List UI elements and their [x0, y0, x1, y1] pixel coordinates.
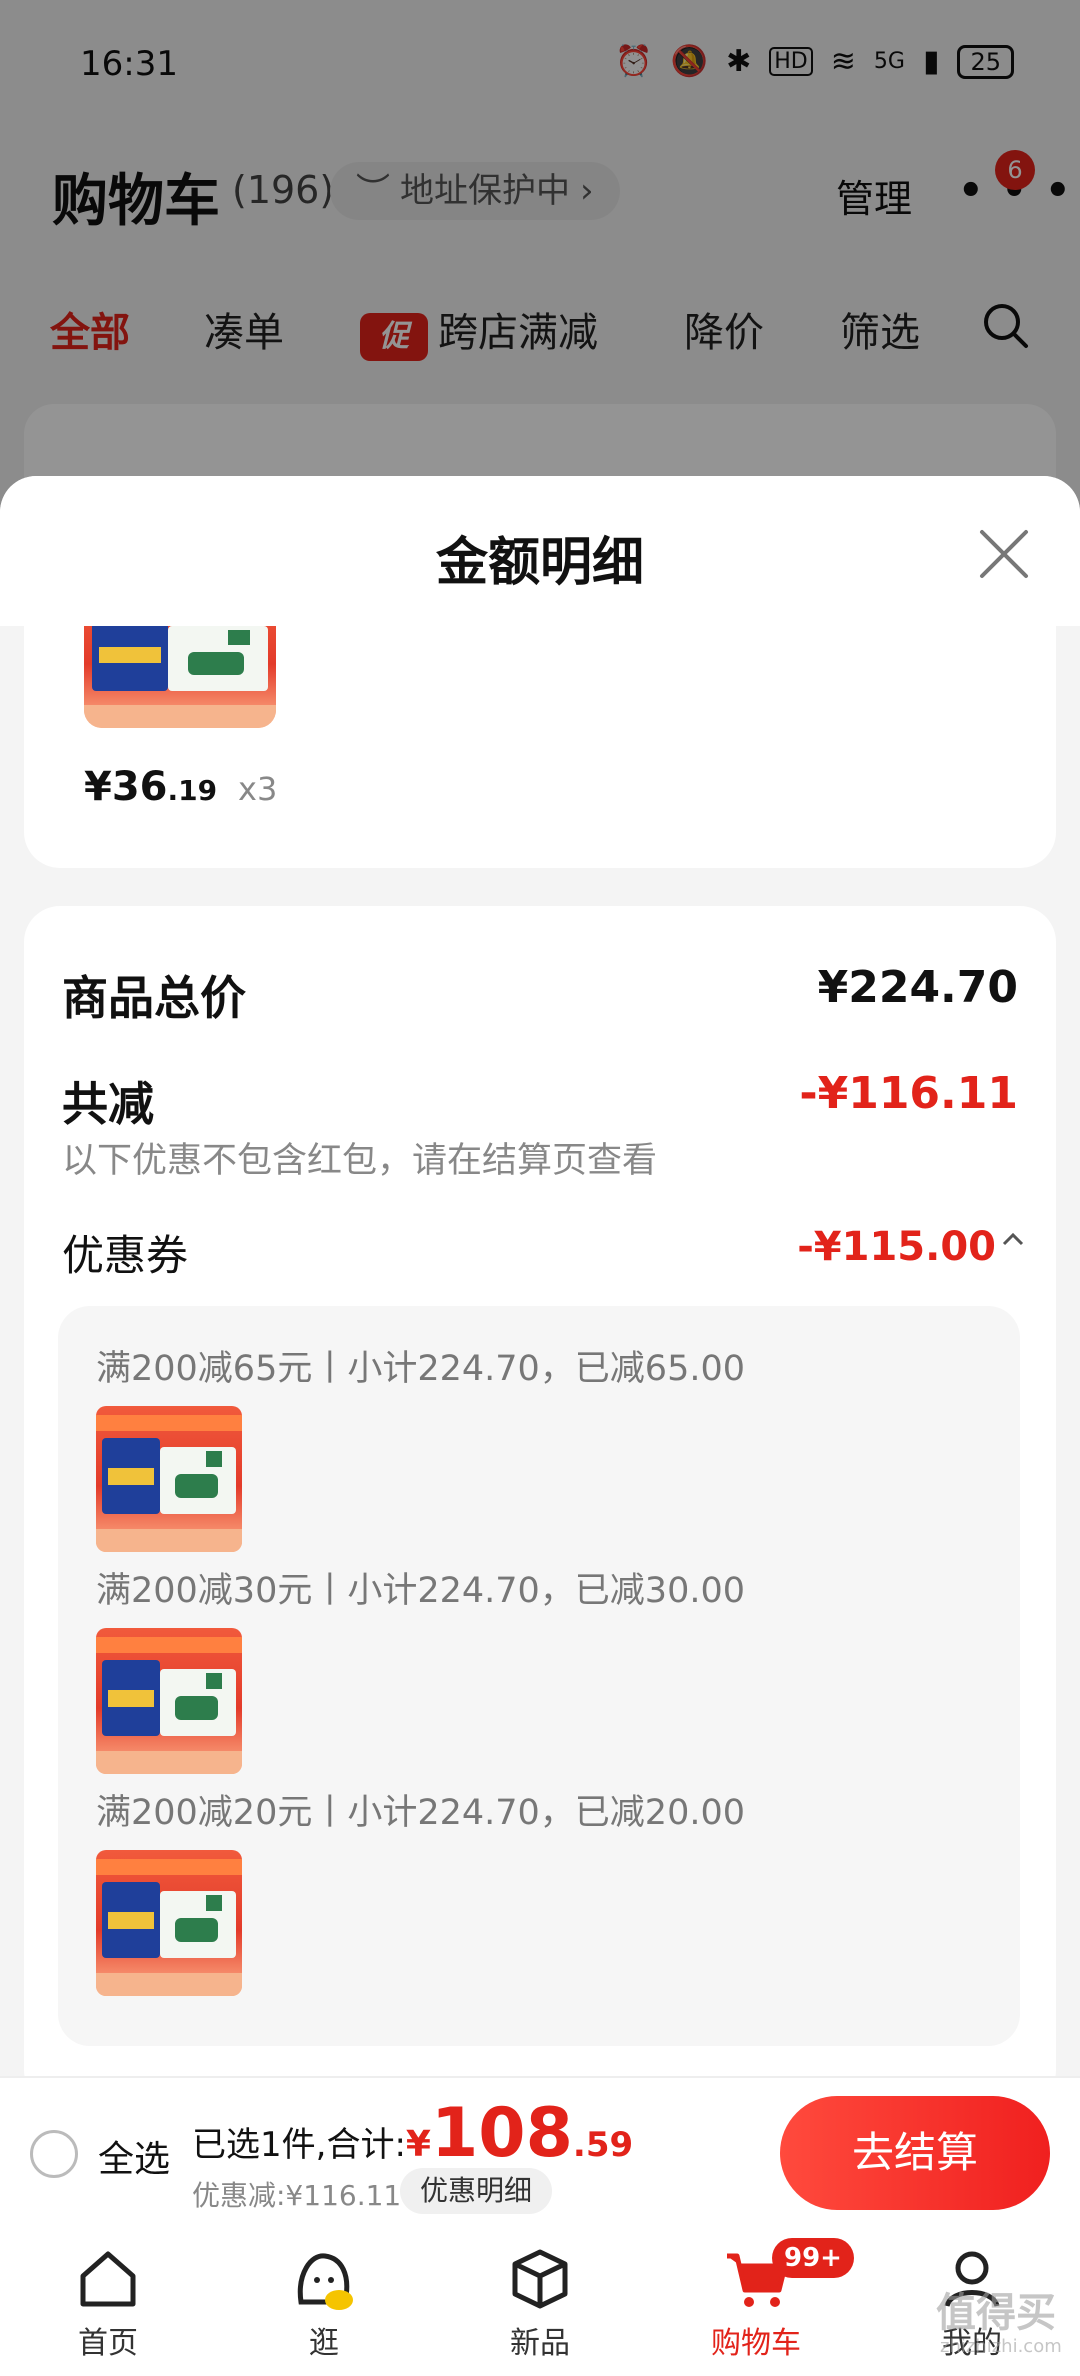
total-price-value: ¥224.70 [817, 962, 1018, 1013]
tab-home-label: 首页 [78, 2326, 138, 2361]
summary-card: 商品总价 ¥224.70 共减 -¥116.11 以下优惠不包含红包，请在结算页… [24, 906, 1056, 2076]
total-line: 已选1件,合计: ¥108.59 [192, 2094, 633, 2173]
product-price: ¥36.19 [84, 764, 217, 810]
discount-detail-button[interactable]: 优惠明细 [400, 2168, 553, 2214]
amount-detail-sheet: 金额明细 ¥36.19 x3 商品总价 ¥224.70 共减 -¥116.11 … [0, 476, 1080, 2076]
selected-prefix: 已选1件,合计: [192, 2125, 406, 2165]
watermark-url: zhizhizhi.com [940, 2336, 1062, 2357]
coupon-product-thumbnail[interactable] [96, 1850, 242, 1996]
coupon-detail-box: 满200减65元丨小计224.70，已减65.00 满200减30元丨小计224… [58, 1306, 1020, 2046]
coupon-product-thumbnail[interactable] [96, 1406, 242, 1552]
product-price-cents: .19 [167, 774, 218, 807]
cart-badge: 99+ [772, 2238, 854, 2278]
tab-home[interactable]: 首页 [28, 2244, 188, 2362]
coupon-value[interactable]: -¥115.00 [797, 1224, 996, 1270]
product-card: ¥36.19 x3 [24, 626, 1056, 868]
discount-amount: 优惠减:¥116.11 [192, 2179, 402, 2212]
bottom-tab-bar: 首页 逛 新品 购物车 99+ 我的 [0, 2226, 1080, 2376]
checkout-button[interactable]: 去结算 [780, 2096, 1050, 2210]
close-icon[interactable] [976, 526, 1032, 582]
tab-new-label: 新品 [510, 2326, 570, 2361]
home-icon [80, 2251, 136, 2307]
discount-note: 以下优惠不包含红包，请在结算页查看 [62, 1141, 658, 1181]
product-quantity: x3 [238, 770, 278, 808]
watermark-logo: 值得买 [936, 2290, 1056, 2336]
coupon-line: 满200减20元丨小计224.70，已减20.00 [96, 1793, 746, 1833]
tab-cart-label: 购物车 [711, 2326, 801, 2361]
total-integer: 108 [430, 2094, 573, 2173]
product-thumbnail[interactable] [84, 626, 276, 728]
total-reduce-value: -¥116.11 [799, 1068, 1018, 1119]
cube-icon [512, 2249, 568, 2309]
tab-browse[interactable]: 逛 [244, 2244, 404, 2362]
product-price-yuan: ¥36 [84, 764, 168, 810]
total-reduce-label: 共减 [62, 1077, 154, 1131]
coupon-label: 优惠券 [62, 1231, 189, 1280]
select-all-radio[interactable] [30, 2130, 78, 2178]
total-decimal: .59 [572, 2125, 634, 2165]
sheet-body[interactable]: ¥36.19 x3 商品总价 ¥224.70 共减 -¥116.11 以下优惠不… [0, 626, 1080, 2076]
coupon-product-thumbnail[interactable] [96, 1628, 242, 1774]
tab-cart[interactable]: 购物车 99+ [676, 2238, 854, 2362]
total-yen: ¥ [405, 2124, 431, 2165]
coupon-line: 满200减30元丨小计224.70，已减30.00 [96, 1571, 746, 1611]
select-all-label[interactable]: 全选 [98, 2130, 170, 2182]
sheet-title: 金额明细 [435, 533, 644, 593]
coupon-line: 满200减65元丨小计224.70，已减65.00 [96, 1349, 746, 1389]
chevron-up-icon[interactable] [998, 1224, 1028, 1254]
tab-new[interactable]: 新品 [460, 2244, 620, 2362]
sheet-header: 金额明细 [0, 476, 1080, 626]
tab-browse-label: 逛 [309, 2326, 339, 2361]
checkout-bar: 全选 已选1件,合计: ¥108.59 优惠减:¥116.11 优惠明细 去结算 [0, 2076, 1080, 2226]
browse-mascot-icon [297, 2253, 353, 2310]
total-price-label: 商品总价 [62, 971, 246, 1025]
